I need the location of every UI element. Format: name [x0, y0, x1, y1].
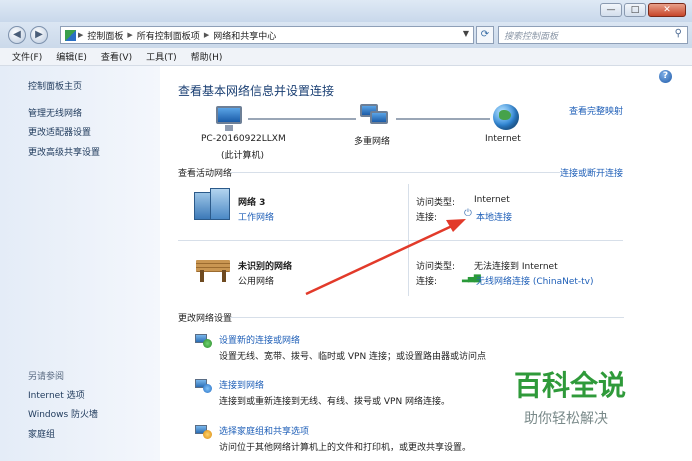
- internet-label: Internet: [485, 134, 521, 144]
- refresh-button[interactable]: ⟳: [476, 26, 494, 44]
- computer-icon: [212, 104, 244, 132]
- internet-globe-icon: [493, 104, 519, 130]
- sidebar-link-adapter[interactable]: 更改适配器设置: [28, 125, 91, 138]
- divider: [230, 317, 624, 318]
- multiple-networks-icon: [358, 102, 390, 130]
- setting-connect-desc: 连接到或重新连接到无线、有线、拨号或 VPN 网络连接。: [219, 397, 451, 407]
- sidebar: 控制面板主页 管理无线网络 更改适配器设置 更改高级共享设置 另请参阅 Inte…: [0, 66, 160, 461]
- search-icon: ⚲: [674, 28, 682, 39]
- network-type-link[interactable]: 工作网络: [238, 210, 274, 223]
- menu-view[interactable]: 查看(V): [101, 50, 132, 63]
- access-type-value: 无法连接到 Internet: [474, 262, 558, 272]
- connect-network-icon: [194, 377, 212, 393]
- wireless-connection-link[interactable]: 无线网络连接 (ChinaNet-tv): [476, 274, 594, 287]
- change-settings-heading: 更改网络设置: [178, 314, 233, 324]
- ethernet-icon: ⏻: [464, 208, 472, 219]
- address-bar: ◀ ▶ ▶ 控制面板 ▶ 所有控制面板项 ▶ 网络和共享中心 ▼ ⟳ 搜索控制面…: [0, 22, 692, 48]
- homegroup-icon: [194, 423, 212, 439]
- divider: [409, 240, 623, 241]
- see-also-heading: 另请参阅: [28, 372, 65, 382]
- address-field[interactable]: ▶ 控制面板 ▶ 所有控制面板项 ▶ 网络和共享中心 ▼: [60, 26, 474, 44]
- page-title: 查看基本网络信息并设置连接: [178, 84, 335, 98]
- divider: [178, 240, 408, 241]
- connect-disconnect-link[interactable]: 连接或断开连接: [560, 166, 623, 179]
- chevron-right-icon: ▶: [127, 31, 133, 39]
- control-panel-icon: [65, 29, 76, 41]
- connection-line: [248, 118, 356, 120]
- watermark-slogan: 助你轻松解决: [524, 411, 608, 427]
- network-type: 公用网络: [238, 277, 275, 287]
- new-connection-icon: [194, 332, 212, 348]
- public-network-bench-icon: [194, 254, 232, 284]
- menu-file[interactable]: 文件(F): [12, 50, 42, 63]
- watermark-logo: 百科全说: [514, 369, 627, 402]
- connection-line: [396, 118, 490, 120]
- connection-label: 连接:: [416, 213, 438, 223]
- access-type-label: 访问类型:: [416, 262, 456, 272]
- setting-homegroup-desc: 访问位于其他网络计算机上的文件和打印机，或更改共享设置。: [219, 443, 472, 453]
- divider: [230, 172, 560, 173]
- refresh-icon: ⟳: [480, 29, 490, 40]
- search-input[interactable]: 搜索控制面板 ⚲: [498, 26, 688, 44]
- sidebar-link-wireless[interactable]: 管理无线网络: [28, 106, 82, 119]
- window-controls: — □ ✕: [600, 3, 686, 17]
- breadcrumb-control-panel[interactable]: 控制面板: [87, 29, 123, 42]
- search-placeholder: 搜索控制面板: [504, 32, 559, 42]
- pc-sub: (此计算机): [221, 151, 265, 161]
- see-also-firewall[interactable]: Windows 防火墙: [28, 407, 98, 420]
- minimize-button[interactable]: —: [600, 3, 622, 17]
- sidebar-link-home[interactable]: 控制面板主页: [28, 79, 82, 92]
- main-panel: ? 查看基本网络信息并设置连接 查看完整映射 PC-20160922LLXM (…: [160, 66, 692, 461]
- forward-arrow-icon: ▶: [35, 29, 43, 40]
- chevron-down-icon[interactable]: ▼: [463, 29, 469, 38]
- chevron-right-icon: ▶: [203, 31, 210, 39]
- menu-bar: 文件(F) 编辑(E) 查看(V) 工具(T) 帮助(H): [0, 48, 692, 66]
- access-type-label: 访问类型:: [416, 198, 456, 208]
- back-arrow-icon: ◀: [13, 29, 21, 40]
- setting-new-connection-desc: 设置无线、宽带、拨号、临时或 VPN 连接；或设置路由器或访问点: [219, 352, 487, 362]
- title-bar: — □ ✕: [0, 0, 692, 22]
- help-icon[interactable]: ?: [659, 70, 672, 83]
- close-button[interactable]: ✕: [648, 3, 686, 17]
- setting-homegroup-link[interactable]: 选择家庭组和共享选项: [219, 424, 309, 437]
- work-network-building-icon: [192, 188, 232, 222]
- setting-new-connection-link[interactable]: 设置新的连接或网络: [219, 333, 300, 346]
- local-connection-link[interactable]: 本地连接: [476, 210, 512, 223]
- active-networks-heading: 查看活动网络: [178, 169, 233, 179]
- sidebar-link-sharing[interactable]: 更改高级共享设置: [28, 145, 100, 158]
- network-name: 未识别的网络: [238, 262, 293, 272]
- pc-name: PC-20160922LLXM: [201, 134, 286, 144]
- menu-edit[interactable]: 编辑(E): [56, 50, 87, 63]
- breadcrumb-network-center[interactable]: 网络和共享中心: [213, 29, 276, 42]
- menu-help[interactable]: 帮助(H): [191, 50, 223, 63]
- forward-button[interactable]: ▶: [30, 26, 48, 44]
- chevron-right-icon: ▶: [78, 31, 84, 39]
- setting-connect-link[interactable]: 连接到网络: [219, 378, 264, 391]
- back-button[interactable]: ◀: [8, 26, 26, 44]
- view-full-map-link[interactable]: 查看完整映射: [569, 104, 623, 117]
- see-also-internet-options[interactable]: Internet 选项: [28, 388, 85, 401]
- access-type-value: Internet: [474, 195, 510, 205]
- network-name: 网络 3: [238, 198, 266, 208]
- multiple-networks-label: 多重网络: [354, 137, 391, 147]
- menu-tools[interactable]: 工具(T): [146, 50, 177, 63]
- see-also-homegroup[interactable]: 家庭组: [28, 427, 55, 440]
- connection-label: 连接:: [416, 277, 438, 287]
- breadcrumb-all-items[interactable]: 所有控制面板项: [137, 29, 200, 42]
- maximize-button[interactable]: □: [624, 3, 646, 17]
